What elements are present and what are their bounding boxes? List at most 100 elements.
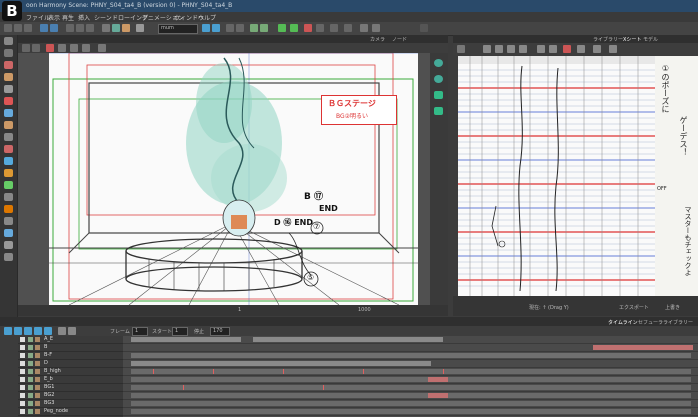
xsheet-col-icon[interactable] (483, 45, 491, 53)
brush-tool-icon[interactable] (4, 61, 13, 69)
render-mode-icon[interactable] (434, 107, 443, 115)
visibility-icon[interactable] (28, 401, 33, 406)
lock-icon[interactable] (35, 409, 40, 414)
timeline-track[interactable] (123, 360, 698, 368)
keyframe[interactable] (283, 369, 284, 374)
layer-checkbox[interactable] (20, 369, 25, 374)
xsheet-hold-icon[interactable] (519, 45, 527, 53)
play-button-icon[interactable] (24, 327, 32, 335)
cut-icon[interactable] (66, 24, 74, 32)
exposure-bar[interactable] (131, 409, 691, 414)
select-icon[interactable] (102, 24, 110, 32)
visibility-icon[interactable] (28, 353, 33, 358)
keyframe[interactable] (363, 369, 364, 374)
layer-checkbox[interactable] (20, 401, 25, 406)
stop-input[interactable]: 170 (210, 327, 230, 336)
xsheet-add-icon[interactable] (457, 45, 465, 53)
visibility-icon[interactable] (28, 385, 33, 390)
record-icon[interactable] (304, 24, 312, 32)
menu-scene[interactable]: シーン (94, 13, 112, 22)
loop-icon[interactable] (58, 327, 66, 335)
layer-checkbox[interactable] (20, 409, 25, 414)
node-mode-icon[interactable] (434, 91, 443, 99)
settings-icon[interactable] (330, 24, 338, 32)
tab-xsheet[interactable]: Xシート (623, 36, 641, 43)
sound-icon[interactable] (68, 327, 76, 335)
last-frame-icon[interactable] (44, 327, 52, 335)
safe-area-icon[interactable] (82, 44, 90, 52)
hand-tool-icon[interactable] (4, 229, 13, 237)
help-icon[interactable] (344, 24, 352, 32)
rotate-tool-icon[interactable] (4, 241, 13, 249)
timeline-track[interactable] (123, 344, 698, 352)
layer-icon[interactable] (250, 24, 258, 32)
timeline-track[interactable] (123, 384, 698, 392)
keyframe[interactable] (213, 369, 214, 374)
frame-input[interactable]: 1 (132, 327, 148, 336)
contour-tool-icon[interactable] (4, 49, 13, 57)
exposure-bar[interactable] (131, 369, 691, 374)
visibility-icon[interactable] (28, 337, 33, 342)
camera-mode-icon[interactable] (434, 75, 443, 83)
redo-icon[interactable] (50, 24, 58, 32)
stroke-tool-icon[interactable] (4, 169, 13, 177)
exposure-bar[interactable] (428, 393, 448, 398)
menu-view[interactable]: 表示 (48, 13, 60, 22)
layer-checkbox[interactable] (20, 353, 25, 358)
render-preview-icon[interactable] (46, 44, 54, 52)
workspace-icon[interactable] (420, 24, 428, 32)
visibility-icon[interactable] (28, 361, 33, 366)
zoom-select[interactable]: mum (158, 24, 198, 34)
line-tool-icon[interactable] (4, 109, 13, 117)
pencil-tool-icon[interactable] (4, 73, 13, 81)
layer-row[interactable]: D (18, 360, 123, 368)
visibility-icon[interactable] (28, 345, 33, 350)
fill-tool-icon[interactable] (4, 157, 13, 165)
menu-file[interactable]: ファイル (26, 13, 50, 22)
fit-view-icon[interactable] (32, 44, 40, 52)
new-icon[interactable] (4, 24, 12, 32)
menu-insert[interactable]: 挿入 (78, 13, 90, 22)
visibility-icon[interactable] (28, 409, 33, 414)
tab-node[interactable]: ノード (392, 36, 407, 43)
lock-icon[interactable] (35, 337, 40, 342)
text-tool-icon[interactable] (4, 85, 13, 93)
cutter-tool-icon[interactable] (4, 193, 13, 201)
lock-icon[interactable] (35, 369, 40, 374)
pen-icon[interactable] (112, 24, 120, 32)
paint-tool-icon[interactable] (4, 121, 13, 129)
layer-row[interactable]: A_E (18, 336, 123, 344)
first-frame-icon[interactable] (4, 327, 12, 335)
layer-row[interactable]: Peg_node (18, 408, 123, 416)
layer-row[interactable]: B-F (18, 352, 123, 360)
onion-skin-icon[interactable] (202, 24, 210, 32)
next-frame-icon[interactable] (34, 327, 42, 335)
save-icon[interactable] (24, 24, 32, 32)
exposure-bar[interactable] (131, 393, 691, 398)
prev-frame-icon[interactable] (14, 327, 22, 335)
xsheet-zoom-icon[interactable] (593, 45, 601, 53)
exposure-bar[interactable] (131, 385, 691, 390)
keyframe[interactable] (443, 369, 444, 374)
layout-icon[interactable] (372, 24, 380, 32)
timeline-track[interactable] (123, 392, 698, 400)
paste-icon[interactable] (86, 24, 94, 32)
xsheet-key-icon[interactable] (507, 45, 515, 53)
layer-row[interactable]: BG3 (18, 400, 123, 408)
camera-icon[interactable] (290, 24, 298, 32)
visibility-icon[interactable] (28, 377, 33, 382)
exposure-bar[interactable] (131, 337, 241, 342)
keyframe[interactable] (183, 385, 184, 390)
layer-row[interactable]: E_b (18, 376, 123, 384)
bone-tool-icon[interactable] (4, 205, 13, 213)
window-icon[interactable] (360, 24, 368, 32)
timeline-track[interactable] (123, 400, 698, 408)
layer-checkbox[interactable] (20, 345, 25, 350)
open-icon[interactable] (14, 24, 22, 32)
onion-icon[interactable] (58, 44, 66, 52)
xsheet-nav-icon[interactable] (577, 45, 585, 53)
brush-icon[interactable] (122, 24, 130, 32)
play-icon[interactable] (226, 24, 234, 32)
lock-icon[interactable] (35, 401, 40, 406)
xsheet-grid[interactable] (458, 56, 655, 296)
